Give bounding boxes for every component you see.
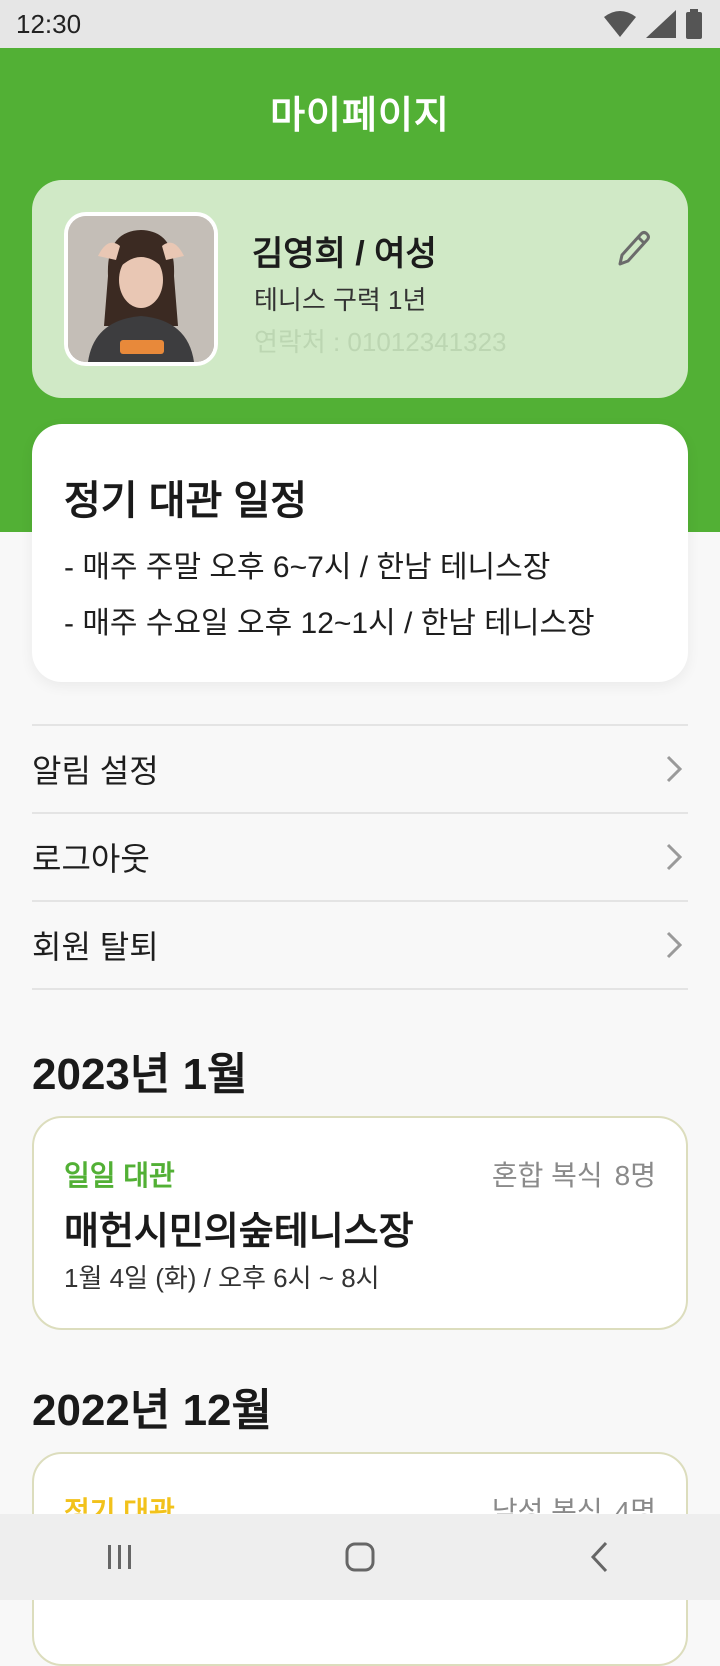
booking-game-type: 혼합 복식 (491, 1160, 603, 1191)
booking-type: 일일 대관 (64, 1160, 175, 1191)
menu-item-label: 회원 탈퇴 (32, 929, 159, 965)
profile-card: 김영희 / 여성 테니스 구력 1년 연락처 : 01012341323 (32, 180, 688, 398)
person-photo-icon (68, 216, 214, 362)
back-icon (590, 1541, 608, 1573)
menu-item-withdraw[interactable]: 회원 탈퇴 (32, 902, 688, 990)
system-nav-bar (0, 1514, 720, 1600)
menu-item-notification-settings[interactable]: 알림 설정 (32, 726, 688, 814)
chevron-right-icon (666, 843, 683, 871)
menu-item-label: 알림 설정 (32, 753, 159, 789)
avatar-photo (68, 216, 214, 362)
recent-apps-icon (108, 1545, 131, 1569)
schedule-line: - 매주 수요일 오후 12~1시 / 한남 테니스장 (64, 607, 595, 640)
battery-icon (686, 9, 702, 39)
recent-apps-button[interactable] (90, 1532, 150, 1582)
booking-meta: 혼합 복식 8명 (492, 1154, 656, 1194)
booking-court: 매헌시민의숲테니스장 (64, 1211, 414, 1253)
home-icon (345, 1542, 375, 1572)
cell-signal-icon (646, 10, 676, 38)
booking-card[interactable]: 일일 대관 혼합 복식 8명 매헌시민의숲테니스장 1월 4일 (화) / 오후 … (32, 1116, 688, 1330)
wifi-icon (604, 11, 636, 37)
profile-name: 김영희 / 여성 (252, 235, 437, 273)
chevron-right-icon (666, 755, 683, 783)
regular-schedule-card: 정기 대관 일정 - 매주 주말 오후 6~7시 / 한남 테니스장 - 매주 … (32, 424, 688, 682)
page-title: 마이페이지 (270, 95, 450, 137)
month-heading: 2022년 12월 (32, 1386, 273, 1435)
month-heading: 2023년 1월 (32, 1050, 248, 1099)
settings-menu: 알림 설정 로그아웃 회원 탈퇴 (32, 724, 688, 990)
profile-experience: 테니스 구력 1년 (254, 285, 427, 315)
avatar[interactable] (64, 212, 218, 366)
status-icons (604, 9, 702, 39)
home-button[interactable] (330, 1532, 390, 1582)
pencil-icon[interactable] (612, 228, 652, 272)
chevron-right-icon (666, 931, 683, 959)
schedule-line: - 매주 주말 오후 6~7시 / 한남 테니스장 (64, 551, 551, 584)
status-time: 12:30 (16, 8, 82, 39)
back-button[interactable] (570, 1532, 630, 1582)
menu-item-logout[interactable]: 로그아웃 (32, 814, 688, 902)
booking-time: 1월 4일 (화) / 오후 6시 ~ 8시 (64, 1263, 380, 1293)
booking-players: 8명 (614, 1160, 656, 1191)
schedule-title: 정기 대관 일정 (64, 479, 308, 523)
status-bar: 12:30 (0, 0, 720, 48)
menu-item-label: 로그아웃 (32, 841, 150, 877)
profile-contact: 연락처 : 01012341323 (254, 327, 507, 357)
